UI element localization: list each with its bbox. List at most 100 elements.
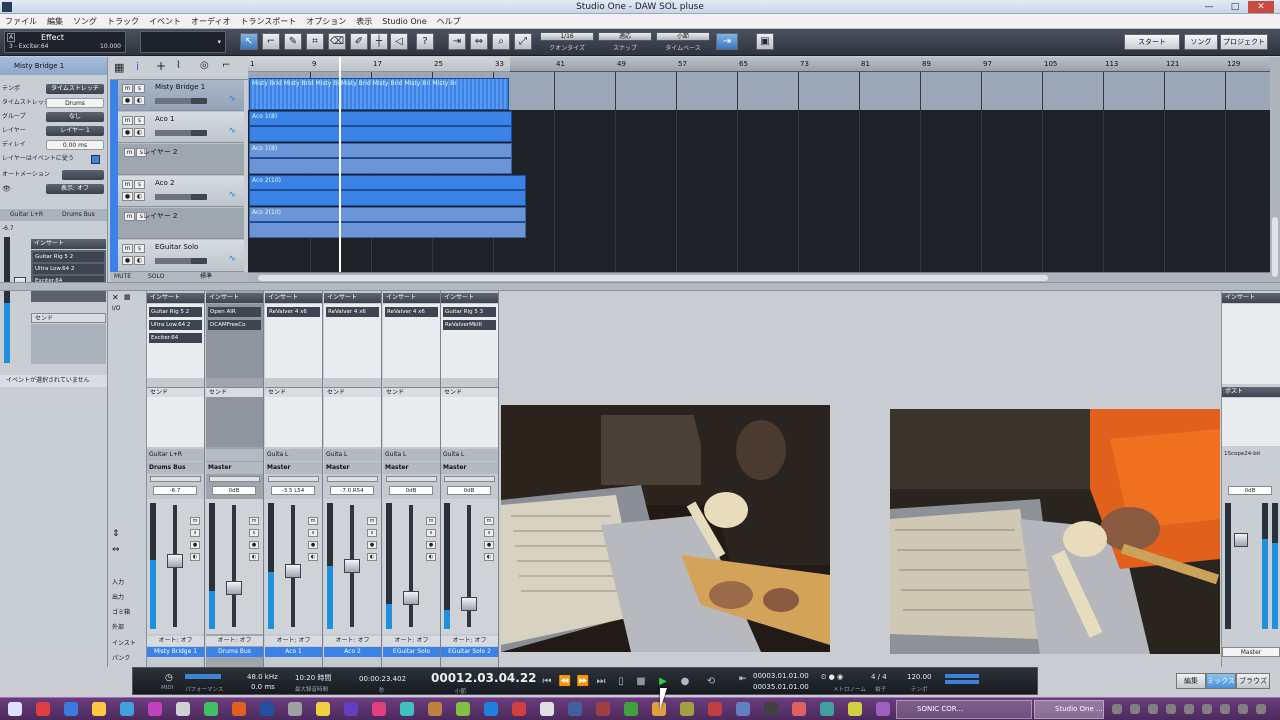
external-label[interactable]: 外部 xyxy=(112,622,124,631)
record-button[interactable]: ● xyxy=(122,128,133,137)
input-select[interactable]: Guita L xyxy=(441,449,498,461)
record-button[interactable]: ● xyxy=(426,541,436,549)
solo-button[interactable]: s xyxy=(367,529,377,537)
menu-transport[interactable]: トランスポート xyxy=(235,14,301,28)
taskbar-app-icon[interactable] xyxy=(848,702,862,716)
pan-slider[interactable] xyxy=(209,476,260,482)
time-bars[interactable]: 00012.03.04.22 xyxy=(431,671,537,685)
solo-button[interactable]: s xyxy=(308,529,318,537)
menu-studio-one[interactable]: Studio One xyxy=(377,14,431,28)
insert-header[interactable]: インサート xyxy=(265,293,322,303)
pan-slider[interactable] xyxy=(327,476,378,482)
mute-button[interactable]: m xyxy=(122,116,133,125)
record-button[interactable]: ● xyxy=(249,541,259,549)
input-select[interactable] xyxy=(206,449,263,461)
tray-icon[interactable] xyxy=(1238,704,1248,714)
menu-help[interactable]: ヘルプ xyxy=(432,14,466,28)
solo-all-label[interactable]: SOLO xyxy=(148,272,164,282)
volume-readout[interactable]: -6.7 xyxy=(153,486,197,495)
taskbar-app-icon[interactable] xyxy=(820,702,834,716)
taskbar-app-icon[interactable] xyxy=(64,702,78,716)
master-volume[interactable]: 0dB xyxy=(1228,486,1272,495)
menu-options[interactable]: オプション xyxy=(301,14,351,28)
channel-name[interactable]: Misty Bridge 1 xyxy=(147,647,204,657)
monitor-button[interactable]: ◐ xyxy=(134,256,145,265)
record-button[interactable]: ● xyxy=(308,541,318,549)
automation-mode[interactable]: オート: オフ xyxy=(265,636,322,646)
output-label[interactable]: 出力 xyxy=(112,592,124,601)
trash-label[interactable]: ゴミ箱 xyxy=(112,607,130,616)
send-header[interactable]: センド xyxy=(147,387,204,397)
inspector-track-name[interactable]: Misty Bridge 1 xyxy=(0,57,107,75)
input-select[interactable]: Guitar L+R xyxy=(147,449,204,461)
timestretch-select[interactable]: Drums xyxy=(46,98,104,108)
track-volume[interactable] xyxy=(155,194,207,200)
volume-fader[interactable] xyxy=(344,559,360,573)
monitor-button[interactable]: ◐ xyxy=(134,192,145,201)
mute-button[interactable]: m xyxy=(426,517,436,525)
record-button[interactable]: ● xyxy=(122,96,133,105)
volume-fader[interactable] xyxy=(403,591,419,606)
vertical-scrollbar[interactable] xyxy=(1270,57,1280,282)
playhead-cursor[interactable] xyxy=(339,57,341,272)
automation-icon[interactable]: ⌇ xyxy=(176,60,181,71)
zoom-icon[interactable]: ⌕ xyxy=(492,33,510,50)
fast-forward-icon[interactable]: ⏩ xyxy=(575,675,591,689)
autoscroll-icon[interactable]: ⇥ xyxy=(716,33,738,50)
tempo-value[interactable]: 120.00 xyxy=(907,673,932,681)
info-icon[interactable]: i xyxy=(136,60,139,73)
taskbar-app-icon[interactable] xyxy=(456,702,470,716)
rewind-icon[interactable]: ⏪ xyxy=(557,675,573,689)
folder-icon[interactable] xyxy=(92,702,106,716)
taskbar-app-icon[interactable] xyxy=(484,702,498,716)
master-name[interactable]: Master xyxy=(1222,647,1280,657)
insert-header[interactable]: インサート xyxy=(147,293,204,303)
loop-range-icon[interactable]: ⇤ xyxy=(739,674,747,684)
taskbar-app-icon[interactable] xyxy=(680,702,694,716)
monitor-button[interactable]: ◐ xyxy=(134,128,145,137)
monitor-button[interactable]: ◐ xyxy=(426,553,436,561)
mute-button[interactable]: m xyxy=(190,517,200,525)
send-header[interactable]: センド xyxy=(441,387,498,397)
automation-mode[interactable]: オート: オフ xyxy=(383,636,440,646)
bend-tool-icon[interactable]: ┼ xyxy=(370,33,388,50)
track-row[interactable]: m s● ◐ Aco 1 ∿ xyxy=(118,112,244,143)
loop-end[interactable]: 00035.01.01.00 xyxy=(753,683,809,691)
arrow-tool-icon[interactable]: ↖ xyxy=(240,33,258,50)
send-header[interactable]: センド xyxy=(383,387,440,397)
taskbar-app-icon[interactable] xyxy=(288,702,302,716)
inspector-send-header[interactable]: センド xyxy=(31,313,106,323)
menu-audio[interactable]: オーディオ xyxy=(186,14,235,28)
start-icon[interactable] xyxy=(8,702,22,716)
monitor-button[interactable]: ◐ xyxy=(308,553,318,561)
mute-button[interactable]: m xyxy=(249,517,259,525)
volume-fader[interactable] xyxy=(461,596,477,611)
audio-clip[interactable]: Aco 1(8) xyxy=(249,143,512,174)
play-icon[interactable]: ▶ xyxy=(655,675,671,689)
solo-button[interactable]: s xyxy=(134,244,145,253)
insert-header[interactable]: インサート xyxy=(441,293,498,303)
maximize-button[interactable]: □ xyxy=(1222,1,1248,13)
zoom-horizontal-icon[interactable]: ⇔ xyxy=(470,33,488,50)
output-select[interactable]: Master xyxy=(206,462,263,474)
solo-button[interactable]: s xyxy=(134,116,145,125)
solo-button[interactable]: s xyxy=(134,84,145,93)
layer-row[interactable]: m s レイヤー 2 xyxy=(118,144,244,175)
bank-label[interactable]: パンク xyxy=(112,653,130,662)
start-button[interactable]: スタート xyxy=(1124,34,1180,50)
mute-button[interactable]: m xyxy=(124,148,135,157)
automation-mode[interactable]: オート: オフ xyxy=(206,636,263,646)
audio-clip[interactable]: Misty Brid Misty Brid Misty Bi Misty Bri… xyxy=(249,78,509,110)
prev-marker-icon[interactable]: ▯ xyxy=(613,675,629,689)
mute-all-label[interactable]: MUTE xyxy=(114,272,131,282)
horizontal-scrollbar[interactable] xyxy=(248,272,1270,282)
automation-mode[interactable]: オート: オフ xyxy=(324,636,381,646)
audio-clip[interactable]: Aco 2(10) xyxy=(249,175,526,206)
master-plugin[interactable]: 1Scope24-bit xyxy=(1224,449,1280,459)
pencil-tool-icon[interactable]: ✎ xyxy=(284,33,302,50)
preset-field[interactable]: ▾ xyxy=(140,31,226,53)
marker-icon[interactable]: ⌐ xyxy=(222,60,230,71)
eye-icon[interactable]: 👁 xyxy=(2,185,11,193)
help-icon[interactable]: ? xyxy=(416,33,434,50)
automation-display[interactable]: 表示: オフ xyxy=(46,184,104,194)
